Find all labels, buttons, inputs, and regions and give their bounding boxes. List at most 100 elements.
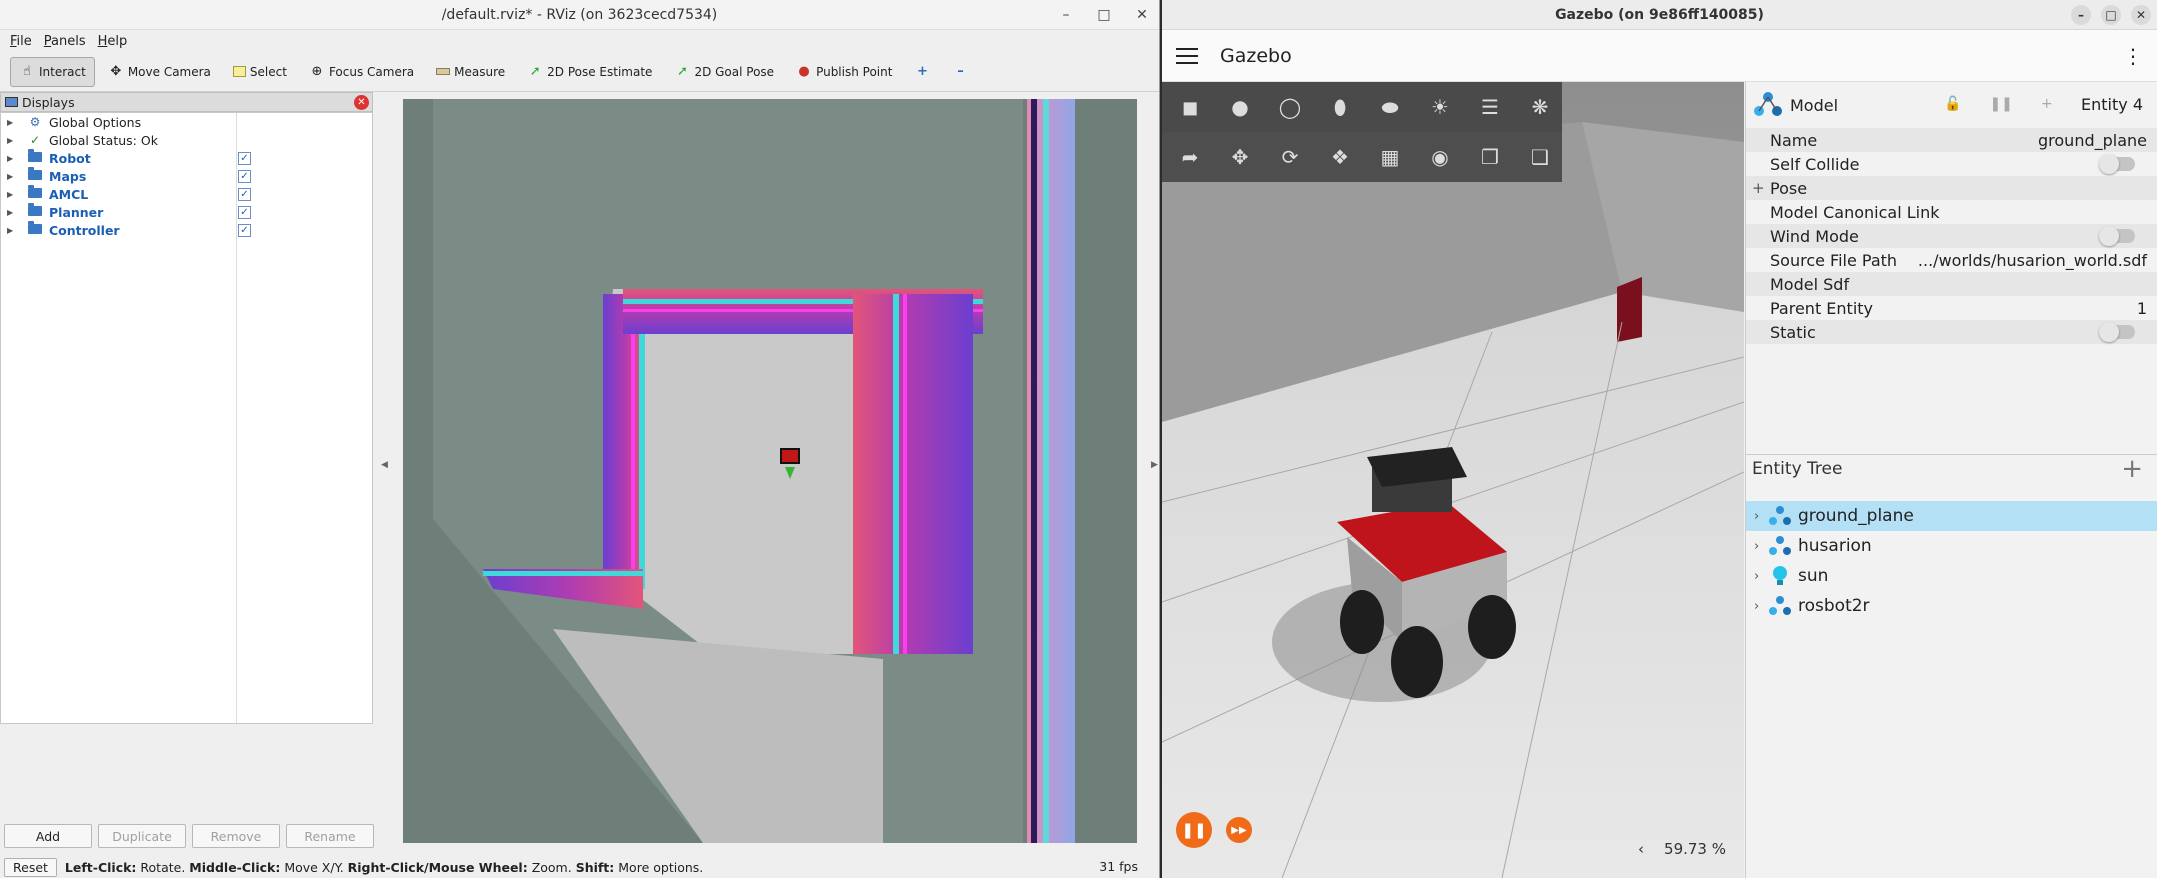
chevron-right-icon[interactable]: › xyxy=(1754,509,1768,524)
entity-row-sun[interactable]: › sun xyxy=(1746,561,2157,591)
box-shape-icon[interactable]: ◼ xyxy=(1174,91,1206,123)
tool-label: Publish Point xyxy=(816,64,893,79)
copy-icon[interactable]: ❐ xyxy=(1474,141,1506,173)
remove-button[interactable]: Remove xyxy=(192,824,280,848)
scene-render xyxy=(1162,82,1744,878)
chevron-right-icon[interactable]: › xyxy=(1754,569,1768,584)
expand-arrow-icon[interactable]: ▶ xyxy=(7,208,19,217)
add-tool-button[interactable]: + xyxy=(905,57,939,87)
displays-panel: Displays ✕ ▶ ⚙ Global Options ▶ ✓ Global… xyxy=(0,92,374,848)
ellipsoid-shape-icon[interactable]: ⬬ xyxy=(1374,91,1406,123)
menu-panels[interactable]: Panels xyxy=(38,34,92,49)
chevron-right-icon[interactable]: › xyxy=(1754,599,1768,614)
static-toggle[interactable] xyxy=(2099,322,2135,342)
tool-2d-pose-estimate[interactable]: ➚ 2D Pose Estimate xyxy=(518,57,661,87)
tool-label: Move Camera xyxy=(127,64,211,79)
entity-row-rosbot2r[interactable]: › rosbot2r xyxy=(1746,591,2157,621)
tree-row-global-options[interactable]: ▶ ⚙ Global Options xyxy=(1,113,372,131)
tool-measure[interactable]: Measure xyxy=(427,57,514,87)
green-arrow-icon: ➚ xyxy=(529,64,541,79)
add-entity-icon[interactable]: + xyxy=(2121,455,2143,483)
transform-control-icon[interactable]: ❖ xyxy=(1324,141,1356,173)
expand-arrow-icon[interactable]: ▶ xyxy=(7,154,19,163)
minimize-icon[interactable]: – xyxy=(1057,7,1075,23)
tree-label: Planner xyxy=(49,204,104,220)
add-component-icon[interactable]: + xyxy=(2041,96,2053,112)
close-icon[interactable]: ✕ xyxy=(2131,5,2151,25)
select-cursor-icon[interactable]: ➦ xyxy=(1174,141,1206,173)
collapse-left-icon[interactable]: ◀ xyxy=(381,460,388,470)
entity-row-ground-plane[interactable]: › ground_plane xyxy=(1746,501,2157,531)
plus-icon: + xyxy=(917,64,928,79)
tree-row-robot[interactable]: ▶ Robot ✓ xyxy=(1,149,372,167)
enable-checkbox[interactable]: ✓ xyxy=(238,187,251,201)
add-button[interactable]: Add xyxy=(4,824,92,848)
rviz-3d-viewport[interactable] xyxy=(403,99,1137,843)
tool-focus-camera[interactable]: ⊕ Focus Camera xyxy=(300,57,423,87)
tool-publish-point[interactable]: ● Publish Point xyxy=(787,57,901,87)
collapse-right-icon[interactable]: ▶ xyxy=(1151,460,1158,470)
gazebo-3d-scene[interactable]: ◼ ● ◯ ⬮ ⬬ ☀ ☰ ❋ ➦ ✥ ⟳ ❖ ▦ ◉ ❐ ❑ ❚❚ ▶▶ ‹ … xyxy=(1162,82,1744,878)
lock-icon[interactable]: 🔓 xyxy=(1944,96,1961,112)
tree-row-global-status[interactable]: ▶ ✓ Global Status: Ok xyxy=(1,131,372,149)
tool-2d-goal-pose[interactable]: ➚ 2D Goal Pose xyxy=(665,57,783,87)
close-icon[interactable]: ✕ xyxy=(354,95,369,110)
minimize-icon[interactable]: – xyxy=(2071,5,2091,25)
expand-arrow-icon[interactable]: ▶ xyxy=(7,118,19,127)
point-light-icon[interactable]: ☀ xyxy=(1424,91,1456,123)
tree-label: Controller xyxy=(49,222,120,238)
expand-plus-icon[interactable]: + xyxy=(1752,179,1765,197)
rotate-icon[interactable]: ⟳ xyxy=(1274,141,1306,173)
maximize-icon[interactable]: □ xyxy=(2101,5,2121,25)
crosshair-icon: ⊕ xyxy=(311,64,323,79)
pause-button[interactable]: ❚❚ xyxy=(1176,812,1212,848)
maximize-icon[interactable]: □ xyxy=(1095,7,1113,23)
pause-updates-icon[interactable]: ❚❚ xyxy=(1989,96,2012,112)
entity-row-husarion[interactable]: › husarion xyxy=(1746,531,2157,561)
tool-interact[interactable]: ☝ Interact xyxy=(10,56,95,87)
close-icon[interactable]: ✕ xyxy=(1133,7,1151,23)
menu-file[interactable]: File xyxy=(4,34,38,49)
wind-mode-toggle[interactable] xyxy=(2099,226,2135,246)
expand-arrow-icon[interactable]: ▶ xyxy=(7,190,19,199)
tree-row-planner[interactable]: ▶ Planner ✓ xyxy=(1,203,372,221)
reset-button[interactable]: Reset xyxy=(4,857,57,877)
enable-checkbox[interactable]: ✓ xyxy=(238,223,251,237)
hamburger-menu-icon[interactable] xyxy=(1176,47,1198,64)
expand-arrow-icon[interactable]: ▶ xyxy=(7,226,19,235)
expand-arrow-icon[interactable]: ▶ xyxy=(7,136,19,145)
menu-help[interactable]: Help xyxy=(92,34,134,49)
enable-checkbox[interactable]: ✓ xyxy=(238,205,251,219)
rename-button[interactable]: Rename xyxy=(286,824,374,848)
tree-row-amcl[interactable]: ▶ AMCL ✓ xyxy=(1,185,372,203)
capsule-shape-icon[interactable]: ⬮ xyxy=(1324,91,1356,123)
chevron-right-icon[interactable]: › xyxy=(1754,539,1768,554)
sphere-shape-icon[interactable]: ● xyxy=(1224,91,1256,123)
folder-icon xyxy=(27,149,43,165)
enable-checkbox[interactable]: ✓ xyxy=(238,151,251,165)
tree-row-controller[interactable]: ▶ Controller ✓ xyxy=(1,221,372,239)
more-vert-icon[interactable]: ⋮ xyxy=(2123,44,2143,68)
duplicate-button[interactable]: Duplicate xyxy=(98,824,186,848)
chevron-left-icon[interactable]: ‹ xyxy=(1638,840,1644,858)
tree-row-maps[interactable]: ▶ Maps ✓ xyxy=(1,167,372,185)
paste-icon[interactable]: ❑ xyxy=(1524,141,1556,173)
directional-light-icon[interactable]: ☰ xyxy=(1474,91,1506,123)
spot-light-icon[interactable]: ❋ xyxy=(1524,91,1556,123)
step-forward-button[interactable]: ▶▶ xyxy=(1226,817,1252,843)
cylinder-shape-icon[interactable]: ◯ xyxy=(1274,91,1306,123)
prop-pose[interactable]: + Pose xyxy=(1746,176,2157,200)
camera-icon[interactable]: ◉ xyxy=(1424,141,1456,173)
translate-icon[interactable]: ✥ xyxy=(1224,141,1256,173)
rviz-statusbar: Reset Left-Click: Rotate. Middle-Click: … xyxy=(0,856,1160,878)
tool-move-camera[interactable]: ✥ Move Camera xyxy=(99,57,220,87)
remove-tool-button[interactable]: – xyxy=(943,57,977,87)
expand-arrow-icon[interactable]: ▶ xyxy=(7,172,19,181)
self-collide-toggle[interactable] xyxy=(2099,154,2135,174)
enable-checkbox[interactable]: ✓ xyxy=(238,169,251,183)
grid-snap-icon[interactable]: ▦ xyxy=(1374,141,1406,173)
tool-select[interactable]: Select xyxy=(224,57,296,87)
real-time-factor: ‹ 59.73 % xyxy=(1638,840,1726,858)
prop-self-collide: Self Collide xyxy=(1746,152,2157,176)
folder-icon xyxy=(27,167,43,183)
